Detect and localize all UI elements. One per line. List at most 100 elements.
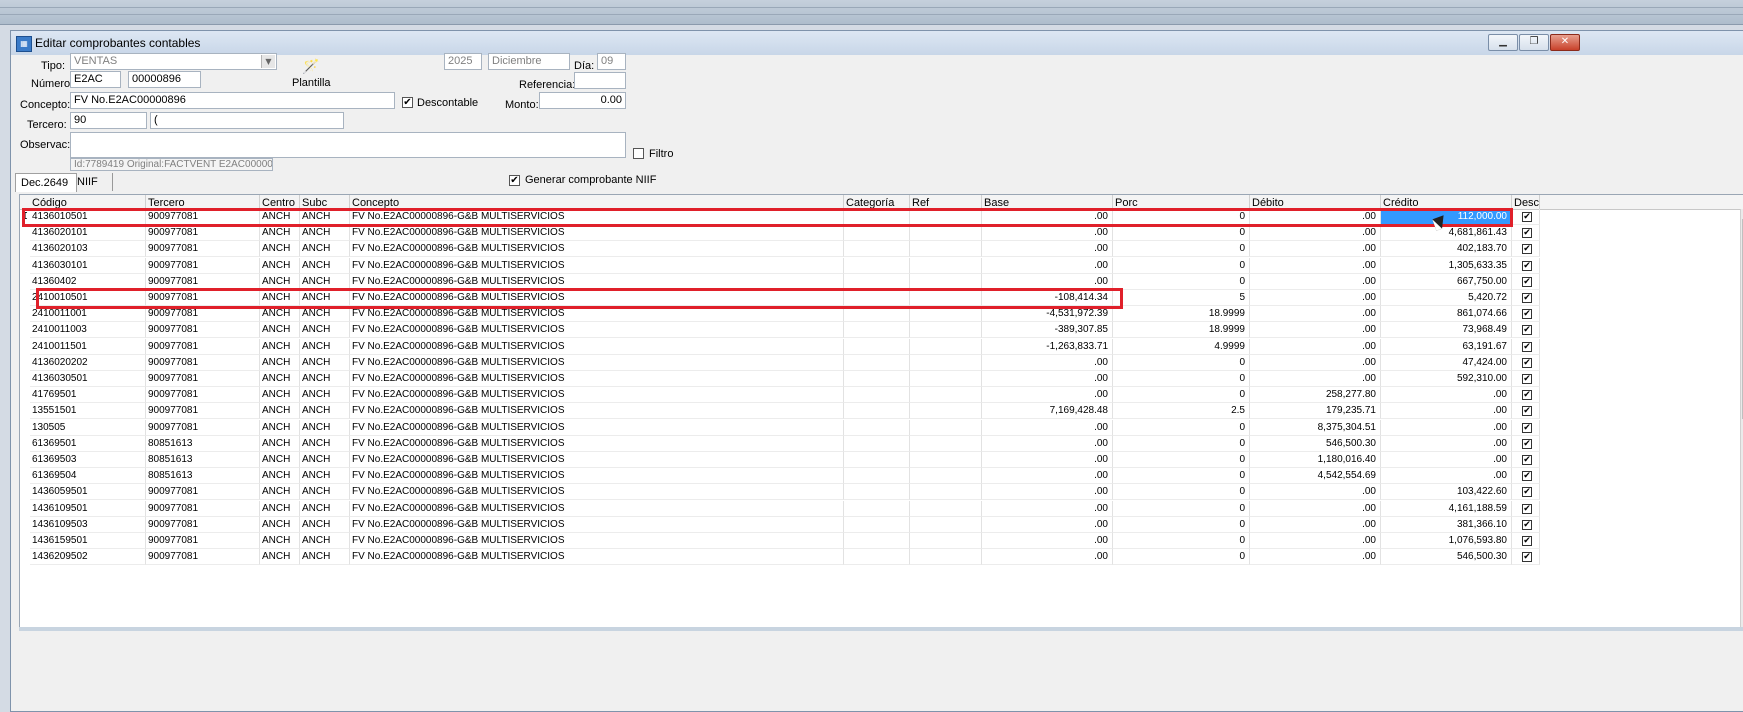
table-cell[interactable]: ANCH	[260, 306, 300, 323]
table-cell[interactable]: .00	[982, 549, 1113, 566]
table-cell[interactable]: .00	[1250, 290, 1381, 306]
table-cell[interactable]: ANCH	[300, 273, 350, 290]
minimize-button[interactable]: ▁	[1488, 34, 1518, 51]
table-cell[interactable]: FV No.E2AC00000896-G&B MULTISERVICIOS	[350, 533, 844, 549]
chevron-down-icon[interactable]: ▼	[261, 55, 275, 68]
table-cell[interactable]: ANCH	[300, 209, 350, 225]
table-cell[interactable]	[910, 241, 982, 258]
table-cell[interactable]: ANCH	[300, 549, 350, 566]
table-row[interactable]: 1436109503 900977081 ANCH ANCH FV No.E2AC000…	[20, 516, 1740, 533]
table-cell[interactable]: FV No.E2AC00000896-G&B MULTISERVICIOS	[350, 371, 844, 387]
referencia-input[interactable]	[574, 72, 626, 89]
table-row[interactable]: 1436209502 900977081 ANCH ANCH FV No.E2AC000…	[20, 549, 1740, 566]
table-cell[interactable]: .00	[982, 354, 1113, 371]
table-cell[interactable]: FV No.E2AC00000896-G&B MULTISERVICIOS	[350, 484, 844, 501]
table-cell[interactable]: 1436109503	[30, 516, 146, 533]
table-cell[interactable]: .00	[982, 452, 1113, 468]
table-cell[interactable]: 900977081	[146, 500, 260, 517]
table-cell[interactable]: ANCH	[300, 403, 350, 420]
table-cell[interactable]: 900977081	[146, 403, 260, 420]
table-cell[interactable]: 900977081	[146, 257, 260, 274]
table-cell[interactable]: ANCH	[260, 516, 300, 533]
table-cell[interactable]: 18.9999	[1113, 306, 1250, 323]
table-cell[interactable]: .00	[1250, 371, 1381, 387]
table-cell[interactable]: ANCH	[260, 338, 300, 355]
column-header[interactable]: Código	[30, 195, 146, 209]
maximize-button[interactable]: ❐	[1519, 34, 1549, 51]
column-header[interactable]: Ref	[910, 195, 982, 209]
table-cell[interactable]	[910, 387, 982, 404]
table-cell[interactable]: 0	[1113, 452, 1250, 468]
table-cell[interactable]: FV No.E2AC00000896-G&B MULTISERVICIOS	[350, 387, 844, 404]
column-header[interactable]: Categoría	[844, 195, 910, 209]
desc-checkbox[interactable]: ✔	[1522, 374, 1532, 384]
table-cell[interactable]: 4136010501	[30, 209, 146, 225]
table-cell[interactable]: ANCH	[300, 533, 350, 549]
table-cell[interactable]: 4136020202	[30, 354, 146, 371]
table-cell[interactable]	[844, 354, 910, 371]
table-cell[interactable]: .00	[1250, 225, 1381, 242]
desc-checkbox[interactable]: ✔	[1522, 276, 1532, 287]
table-cell[interactable]	[844, 257, 910, 274]
year-input[interactable]: 2025	[444, 53, 482, 70]
table-row[interactable]: 41360402 900977081 ANCH ANCH FV No.E2AC00000…	[20, 273, 1740, 290]
table-cell[interactable]: 0	[1113, 435, 1250, 452]
desc-checkbox[interactable]: ✔	[1522, 212, 1532, 222]
desc-checkbox[interactable]: ✔	[1522, 422, 1532, 433]
generar-niif-checkbox[interactable]: ✔	[509, 175, 520, 186]
table-cell[interactable]: ANCH	[300, 516, 350, 533]
table-cell[interactable]: .00	[1250, 257, 1381, 274]
column-header[interactable]: Desc.	[1512, 195, 1540, 209]
desc-checkbox[interactable]: ✔	[1522, 325, 1532, 336]
table-cell[interactable]: 18.9999	[1113, 322, 1250, 339]
table-cell[interactable]: ANCH	[300, 257, 350, 274]
plantilla-wand-icon[interactable]: 🪄	[302, 58, 319, 75]
desc-checkbox[interactable]: ✔	[1522, 357, 1532, 368]
table-cell[interactable]: 0	[1113, 257, 1250, 274]
table-cell[interactable]: 900977081	[146, 273, 260, 290]
table-cell[interactable]	[910, 273, 982, 290]
table-row[interactable]: 2410011001 900977081 ANCH ANCH FV No.E2AC000…	[20, 306, 1740, 323]
table-cell[interactable]: .00	[982, 500, 1113, 517]
table-cell[interactable]: .00	[1250, 533, 1381, 549]
table-row[interactable]: 4136020103 900977081 ANCH ANCH FV No.E2AC000…	[20, 241, 1740, 258]
table-cell[interactable]	[910, 468, 982, 485]
table-cell[interactable]	[844, 371, 910, 387]
table-cell[interactable]: .00	[1250, 322, 1381, 339]
table-cell[interactable]: 1436159501	[30, 533, 146, 549]
table-cell[interactable]: 900977081	[146, 549, 260, 566]
column-header[interactable]: Débito	[1250, 195, 1381, 209]
desc-checkbox[interactable]: ✔	[1522, 390, 1532, 401]
table-cell[interactable]: FV No.E2AC00000896-G&B MULTISERVICIOS	[350, 257, 844, 274]
table-row[interactable]: 61369504 80851613 ANCH ANCH FV No.E2AC000008…	[20, 468, 1740, 485]
table-cell[interactable]: 1436059501	[30, 484, 146, 501]
numero-prefix-input[interactable]: E2AC	[70, 71, 121, 88]
filtro-checkbox[interactable]	[633, 148, 644, 159]
table-cell[interactable]	[844, 468, 910, 485]
monto-input[interactable]: 0.00	[539, 92, 626, 109]
table-cell[interactable]: FV No.E2AC00000896-G&B MULTISERVICIOS	[350, 338, 844, 355]
table-cell[interactable]: 4136030501	[30, 371, 146, 387]
table-cell[interactable]: .00	[1381, 435, 1512, 452]
concepto-input[interactable]: FV No.E2AC00000896	[70, 92, 395, 109]
table-cell[interactable]: FV No.E2AC00000896-G&B MULTISERVICIOS	[350, 354, 844, 371]
table-cell[interactable]	[844, 435, 910, 452]
table-cell[interactable]: 103,422.60	[1381, 484, 1512, 501]
table-cell[interactable]: 61369504	[30, 468, 146, 485]
table-cell[interactable]: .00	[982, 257, 1113, 274]
table-cell[interactable]: 900977081	[146, 290, 260, 306]
desc-checkbox[interactable]: ✔	[1522, 309, 1532, 320]
table-cell[interactable]: ANCH	[300, 484, 350, 501]
table-cell[interactable]: 546,500.30	[1381, 549, 1512, 566]
table-cell[interactable]	[844, 209, 910, 225]
table-cell[interactable]: FV No.E2AC00000896-G&B MULTISERVICIOS	[350, 241, 844, 258]
table-cell[interactable]: 0	[1113, 354, 1250, 371]
table-cell[interactable]: ANCH	[260, 533, 300, 549]
desc-checkbox[interactable]: ✔	[1522, 487, 1532, 498]
table-cell[interactable]: 1,180,016.40	[1250, 452, 1381, 468]
table-cell[interactable]: .00	[1381, 468, 1512, 485]
table-cell[interactable]: 900977081	[146, 371, 260, 387]
table-cell[interactable]: 900977081	[146, 484, 260, 501]
table-cell[interactable]: 667,750.00	[1381, 273, 1512, 290]
table-cell[interactable]: .00	[982, 387, 1113, 404]
